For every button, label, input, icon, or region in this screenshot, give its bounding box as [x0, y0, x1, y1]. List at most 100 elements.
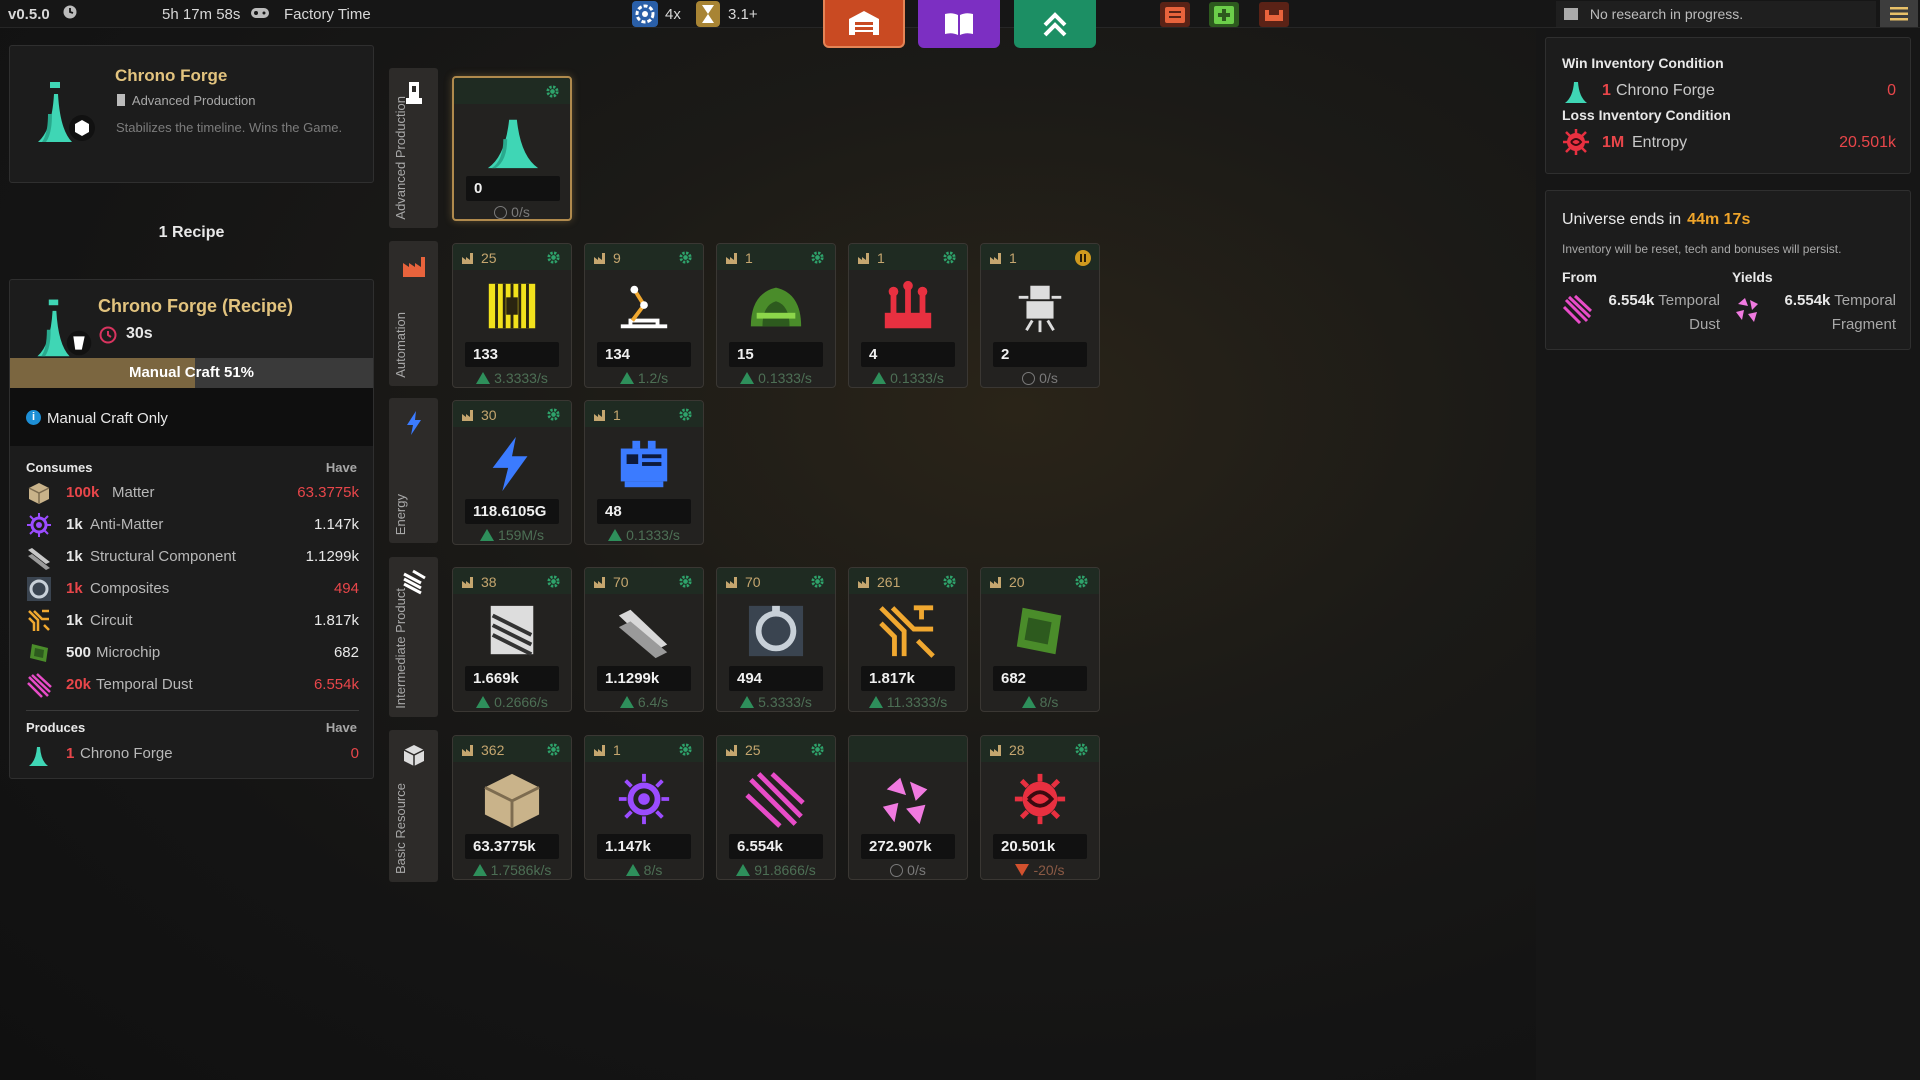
consume-row-structural-component[interactable]: 1k Structural Component 1.1299k	[26, 544, 359, 570]
factory-icon	[462, 409, 473, 421]
consume-row-anti-matter[interactable]: 1k Anti-Matter 1.147k	[26, 512, 359, 538]
tile-rate-value: 0/s	[511, 204, 530, 220]
gear-icon[interactable]	[678, 407, 693, 422]
gear-icon[interactable]	[545, 84, 560, 99]
manual-craft-button[interactable]: Manual Craft 51%	[10, 358, 373, 388]
factory-count-value: 1	[1009, 250, 1017, 266]
tile-chrono-forge[interactable]: 0 0/s	[452, 76, 572, 221]
gear-icon[interactable]	[678, 742, 693, 757]
trend-up-icon	[472, 864, 487, 876]
tile-value: 1.1299k	[597, 666, 691, 691]
tile-generator[interactable]: 1 48 0.1333/s	[584, 400, 704, 545]
win-condition-row[interactable]: 1 Chrono Forge 0	[1562, 76, 1896, 104]
tile-rate: 0/s	[849, 862, 967, 878]
composites-icon	[27, 577, 51, 601]
tile-refinery[interactable]: 1 4 0.1333/s	[848, 243, 968, 388]
factory-count-value: 28	[1009, 742, 1025, 758]
win-item-name: Chrono Forge	[1616, 82, 1715, 99]
consume-row-temporal-dust[interactable]: 20k Temporal Dust 6.554k	[26, 672, 359, 698]
category-tab-intermediate-product[interactable]: Intermediate Product	[389, 557, 438, 717]
list-button[interactable]	[1160, 2, 1190, 27]
reactor-icon	[750, 287, 802, 327]
hourglass-icon[interactable]	[696, 1, 720, 27]
consume-row-microchip[interactable]: 500 Microchip 682	[26, 640, 359, 666]
tile-rate-value: 8/s	[1039, 694, 1059, 710]
tile-beam[interactable]: 70 1.1299k 6.4/s	[584, 567, 704, 712]
tile-composites[interactable]: 70 494 5.3333/s	[716, 567, 836, 712]
produce-name: Chrono Forge	[80, 745, 173, 762]
tile-rate-value: 8/s	[643, 862, 663, 878]
item-category-label: Advanced Production	[131, 93, 256, 108]
pause-icon[interactable]	[1075, 250, 1091, 266]
gear-icon[interactable]	[810, 742, 825, 757]
tile-temporal-fragment[interactable]: 272.907k 0/s	[848, 735, 968, 880]
factory-count: 25	[461, 250, 497, 266]
yields-heading: Yields	[1732, 269, 1773, 285]
add-button[interactable]	[1209, 2, 1239, 27]
consumes-heading: Consumes	[26, 460, 93, 475]
tile-temporal-dust[interactable]: 25 6.554k 91.8666/s	[716, 735, 836, 880]
gear-icon[interactable]	[1074, 574, 1089, 589]
consume-row-matter[interactable]: 100k Matter 63.3775k	[26, 480, 359, 506]
loss-condition-row[interactable]: 1M Entropy 20.501k	[1562, 128, 1896, 156]
item-title: Chrono Forge	[115, 66, 228, 85]
research-book-icon	[1564, 8, 1578, 20]
tile-rate-value: 3.3333/s	[494, 370, 548, 386]
factory-count: 1	[857, 250, 885, 266]
gear-icon[interactable]	[546, 407, 561, 422]
factory-count-value: 1	[745, 250, 753, 266]
lightning-icon	[492, 436, 528, 492]
gear-icon[interactable]	[546, 742, 561, 757]
tile-robot-arm[interactable]: 9 134 1.2/s	[584, 243, 704, 388]
tile-rate: -20/s	[981, 862, 1099, 878]
research-status[interactable]: No research in progress.	[1556, 1, 1876, 27]
manual-craft-label: Manual Craft 51%	[128, 364, 255, 381]
category-tab-automation[interactable]: Automation	[389, 241, 438, 386]
tile-anti-matter[interactable]: 1 1.147k 8/s	[584, 735, 704, 880]
produce-row-chrono-forge[interactable]: 1 Chrono Forge 0	[26, 741, 359, 767]
tile-lightning[interactable]: 30 118.6105G 159M/s	[452, 400, 572, 545]
factory-icon	[462, 252, 473, 264]
tile-rate: 91.8666/s	[717, 862, 835, 878]
assembler-icon	[488, 283, 536, 329]
produce-have: 0	[350, 745, 359, 762]
trend-up-icon	[480, 529, 495, 541]
menu-button[interactable]	[1880, 0, 1918, 27]
tile-circuit[interactable]: 261 1.817k 11.3333/s	[848, 567, 968, 712]
tile-matter[interactable]: 362 63.3775k 1.7586k/s	[452, 735, 572, 880]
tile-entropy[interactable]: 28 20.501k -20/s	[980, 735, 1100, 880]
yields-item: 6.554k Temporal Fragment	[1770, 289, 1897, 337]
factory-count: 1	[989, 250, 1017, 266]
speed-gear-icon[interactable]	[632, 1, 658, 27]
tile-plates[interactable]: 38 1.669k 0.2666/s	[452, 567, 572, 712]
gear-icon[interactable]	[546, 250, 561, 265]
category-tab-energy[interactable]: Energy	[389, 398, 438, 543]
category-tab-advanced-production[interactable]: Advanced Production	[389, 68, 438, 228]
gear-icon[interactable]	[1074, 742, 1089, 757]
factory-count-value: 70	[613, 574, 629, 590]
consume-have: 1.817k	[313, 612, 359, 629]
consume-amount: 1k	[66, 516, 83, 533]
temporal-fragment-icon	[1736, 298, 1758, 322]
tray-button[interactable]	[1259, 2, 1289, 27]
tile-assembler[interactable]: 25 133 3.3333/s	[452, 243, 572, 388]
gear-icon[interactable]	[810, 250, 825, 265]
circuit-icon	[28, 609, 50, 631]
gear-icon[interactable]	[678, 250, 693, 265]
gear-icon[interactable]	[546, 574, 561, 589]
trend-up-icon	[476, 696, 491, 708]
gear-icon[interactable]	[942, 574, 957, 589]
gear-icon[interactable]	[942, 250, 957, 265]
gear-icon[interactable]	[810, 574, 825, 589]
beam-icon	[28, 548, 50, 570]
consume-row-composites[interactable]: 1k Composites 494	[26, 576, 359, 602]
category-tab-basic-resource[interactable]: Basic Resource	[389, 730, 438, 882]
factory-icon	[594, 409, 605, 421]
tile-microchip[interactable]: 20 682 8/s	[980, 567, 1100, 712]
game-speed: 4x	[665, 6, 681, 23]
gear-icon[interactable]	[678, 574, 693, 589]
tile-rate-value: 91.8666/s	[754, 862, 816, 878]
consume-row-circuit[interactable]: 1k Circuit 1.817k	[26, 608, 359, 634]
tile-drone[interactable]: 1 2 0/s	[980, 243, 1100, 388]
tile-reactor[interactable]: 1 15 0.1333/s	[716, 243, 836, 388]
